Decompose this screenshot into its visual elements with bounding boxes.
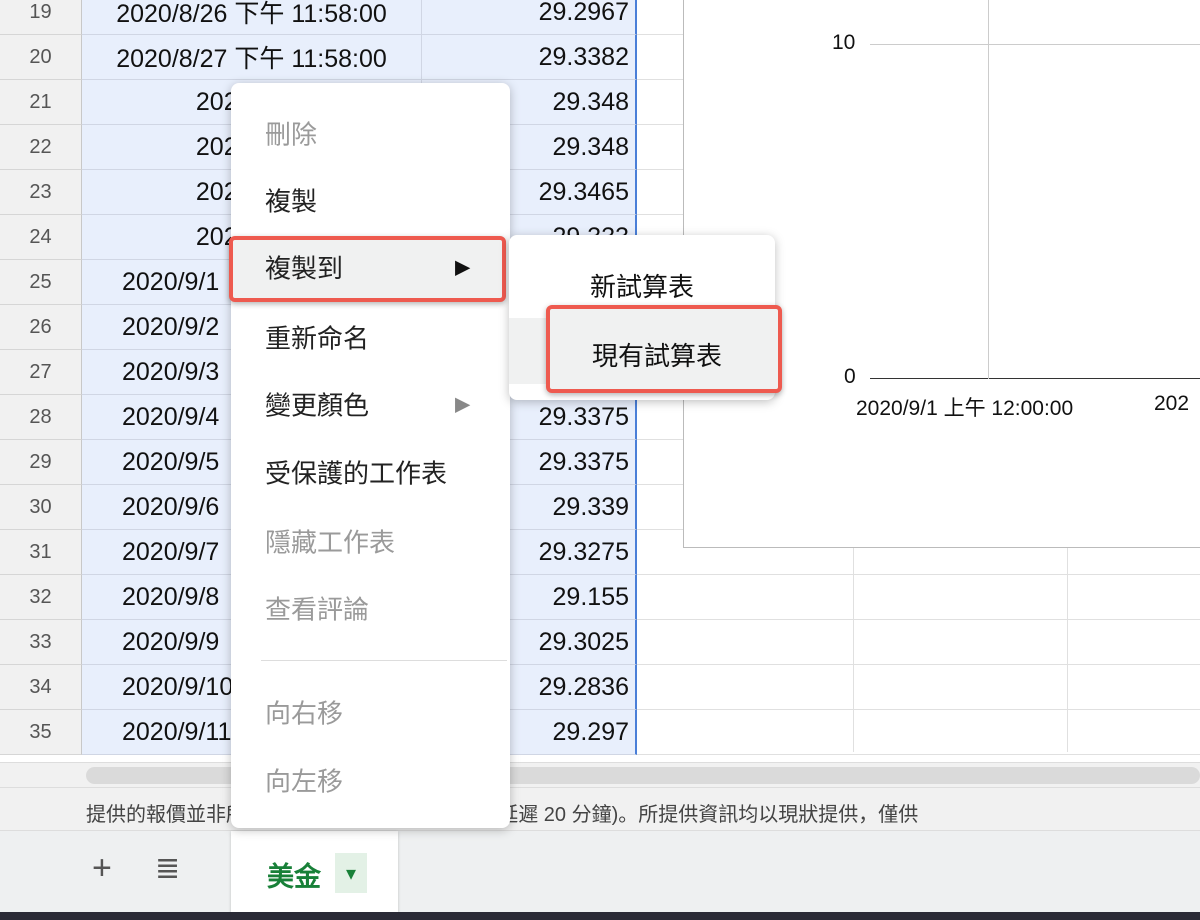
all-sheets-button[interactable]: ≣ <box>155 851 180 886</box>
submenu-arrow-icon: ▶ <box>455 393 471 416</box>
row-header[interactable]: 20 <box>0 35 82 80</box>
horizontal-scrollbar-track <box>0 762 1200 787</box>
y-tick: 10 <box>832 31 856 54</box>
menu-item-new-spreadsheet[interactable]: 新試算表 <box>590 267 694 304</box>
menu-item-move-right: 向右移 <box>265 698 344 729</box>
row-header[interactable]: 24 <box>0 215 82 260</box>
gridline <box>988 0 989 379</box>
menu-divider <box>261 660 507 661</box>
disclaimer-bar: 提供的報價並非所有市場的即時報價 (最長可能延遲 20 分鐘)。所提供資訊均以現… <box>0 787 1200 830</box>
hover-bg <box>509 318 549 384</box>
rate-cell[interactable]: 29.2967 <box>422 0 637 35</box>
highlight-existing-spreadsheet[interactable]: 現有試算表 <box>546 305 782 393</box>
menu-item-protect-sheet[interactable]: 受保護的工作表 <box>265 454 447 491</box>
x-tick: 2020/9/1 上午 12:00:00 <box>856 397 1074 420</box>
row-divider <box>637 754 1200 755</box>
table-row: 32 2020/9/8 29.155 <box>0 575 1200 620</box>
add-sheet-button[interactable]: + <box>92 849 112 888</box>
row-header[interactable]: 22 <box>0 125 82 170</box>
row-header[interactable]: 30 <box>0 485 82 530</box>
row-header[interactable]: 33 <box>0 620 82 665</box>
table-row: 33 2020/9/9 29.3025 <box>0 620 1200 665</box>
row-header[interactable]: 35 <box>0 710 82 755</box>
x-tick: 202 <box>1154 392 1190 415</box>
x-axis <box>870 378 1200 379</box>
row-header[interactable]: 34 <box>0 665 82 710</box>
menu-item-change-color[interactable]: 變更顏色 <box>265 386 369 423</box>
row-header[interactable]: 29 <box>0 440 82 485</box>
row-header[interactable]: 21 <box>0 80 82 125</box>
row-header[interactable]: 23 <box>0 170 82 215</box>
row-header[interactable]: 27 <box>0 350 82 395</box>
window-edge <box>0 912 1200 920</box>
sheet-context-menu: 刪除複製重新命名變更顏色 ▶ 受保護的工作表隱藏工作表查看評論向右移向左移 <box>231 83 510 828</box>
chevron-down-icon[interactable]: ▾ <box>335 853 367 893</box>
row-header[interactable]: 28 <box>0 395 82 440</box>
menu-item-view-comments: 查看評論 <box>265 594 370 625</box>
sheet-tab-label: 美金 <box>267 862 321 892</box>
rate-cell[interactable]: 29.3382 <box>422 35 637 80</box>
menu-item-copy-to[interactable]: 複製到 <box>265 249 343 286</box>
date-cell[interactable]: 2020/8/27 下午 11:58:00 <box>82 35 422 80</box>
date-cell[interactable]: 2020/8/26 下午 11:58:00 <box>82 0 422 35</box>
table-row: 35 2020/9/11 29.297 <box>0 710 1200 755</box>
row-header[interactable]: 32 <box>0 575 82 620</box>
row-header[interactable]: 19 <box>0 0 82 35</box>
menu-item-hide-sheet: 隱藏工作表 <box>265 527 396 558</box>
row-header[interactable]: 26 <box>0 305 82 350</box>
submenu-arrow-icon: ▶ <box>455 256 471 279</box>
sheet-tab-usd[interactable]: 美金 ▾ <box>231 831 398 913</box>
menu-item-rename[interactable]: 重新命名 <box>265 319 369 356</box>
menu-item-move-left: 向左移 <box>265 766 344 797</box>
row-header[interactable]: 25 <box>0 260 82 305</box>
menu-item-duplicate[interactable]: 複製 <box>265 182 317 219</box>
gridline <box>870 44 1200 45</box>
menu-item-delete: 刪除 <box>265 119 318 150</box>
row-header[interactable]: 31 <box>0 530 82 575</box>
menu-item-existing-spreadsheet: 現有試算表 <box>592 341 723 371</box>
table-row: 34 2020/9/10 29.2836 <box>0 665 1200 710</box>
sheet-tab-bar: + ≣ 美金 ▾ <box>0 830 1200 913</box>
y-tick: 0 <box>844 365 856 388</box>
